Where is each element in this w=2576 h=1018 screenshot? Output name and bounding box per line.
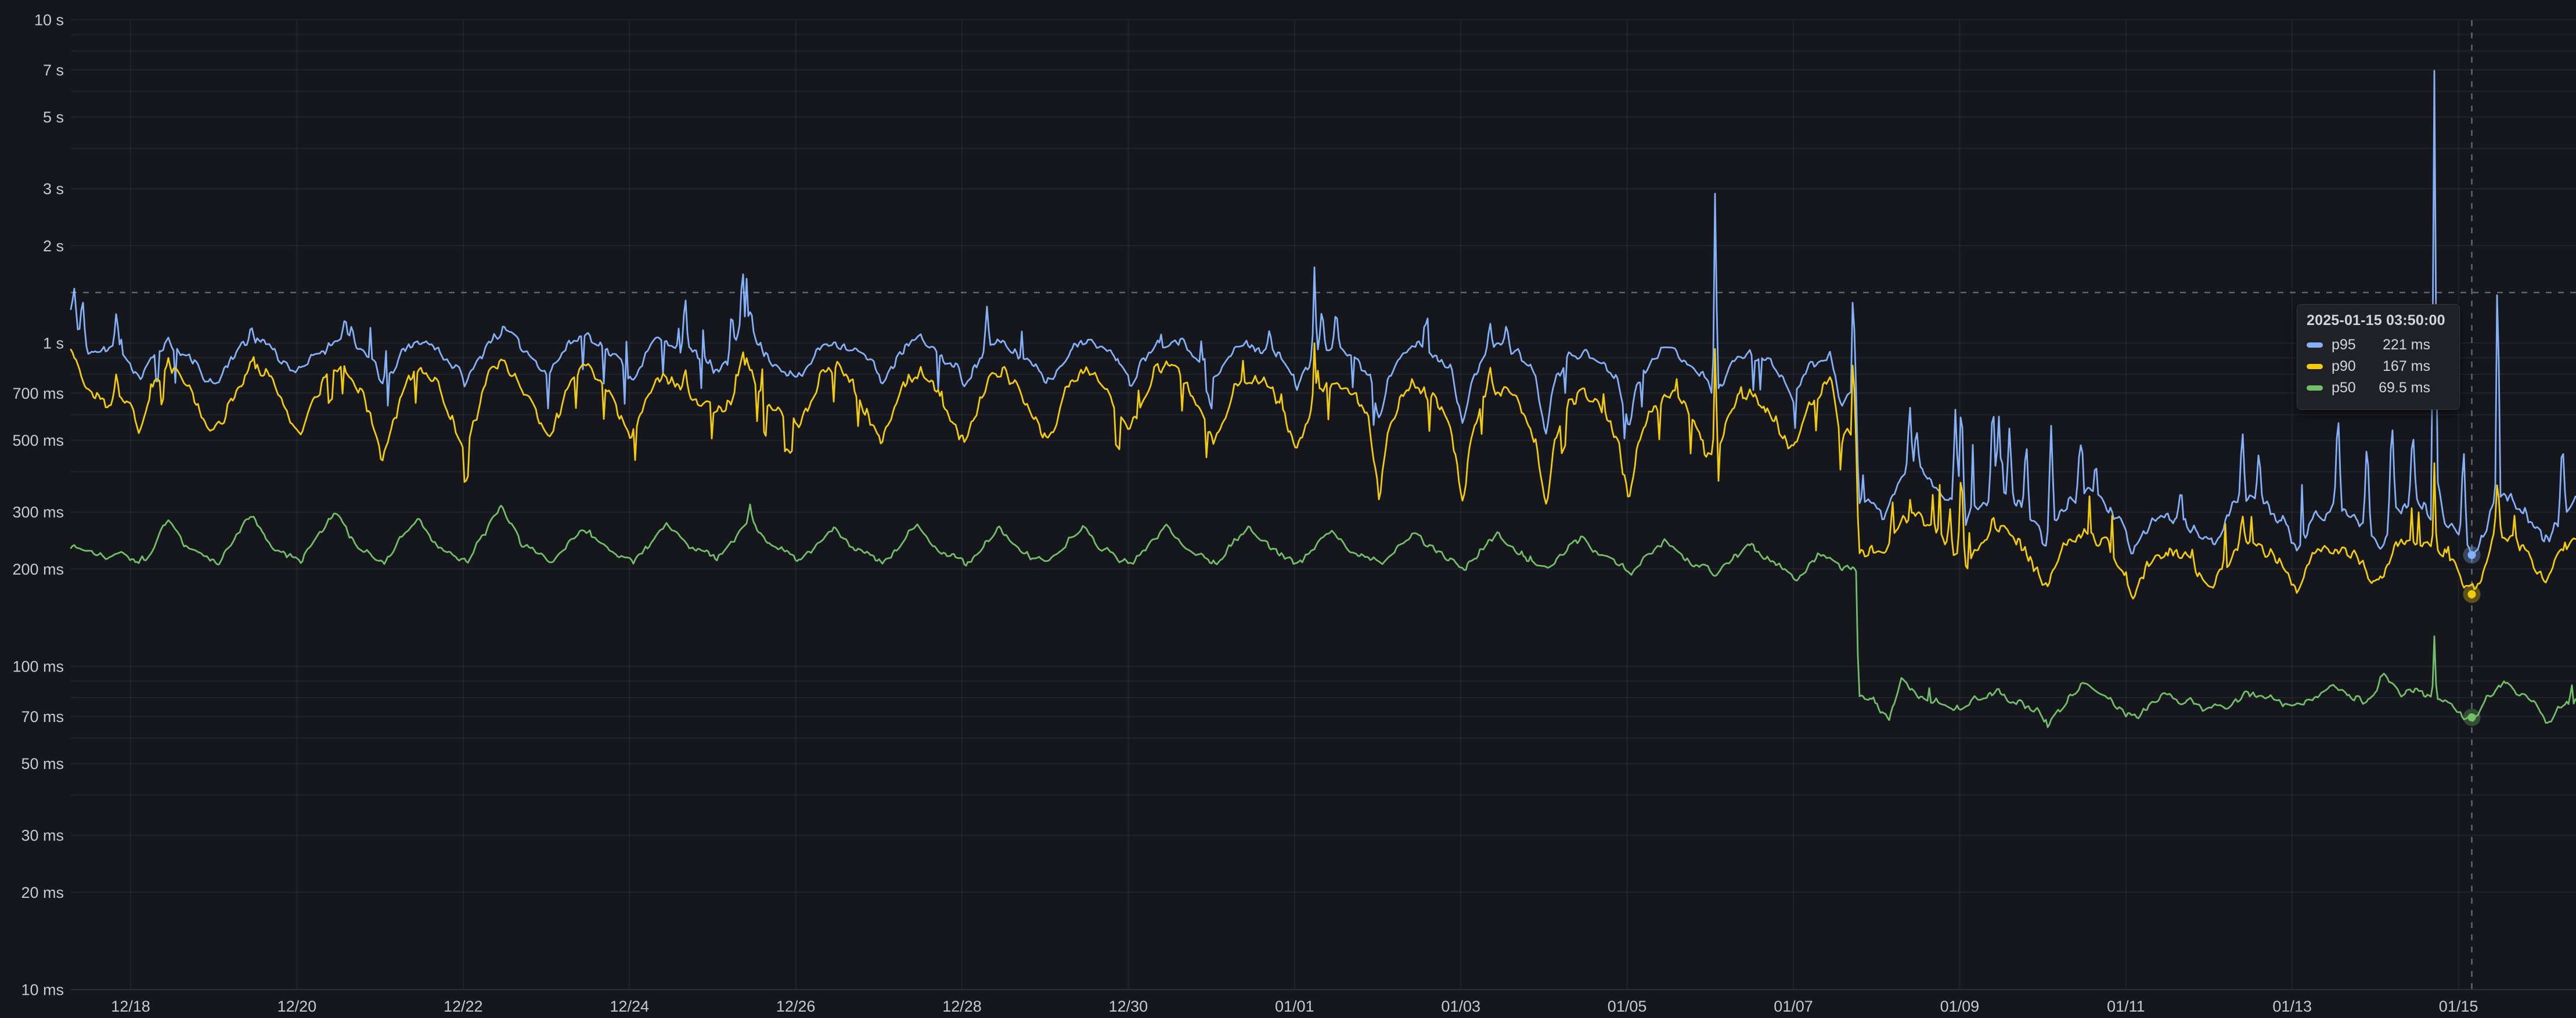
x-axis-tick-label: 12/20 bbox=[278, 998, 317, 1015]
y-axis-tick-label: 700 ms bbox=[12, 385, 64, 402]
y-axis-tick-label: 3 s bbox=[43, 181, 64, 198]
y-axis-tick-label: 5 s bbox=[43, 109, 64, 126]
tooltip-row-p50: p50 69.5 ms bbox=[2307, 377, 2450, 399]
hover-point-p50 bbox=[2468, 713, 2476, 721]
tooltip-row-p95: p95 221 ms bbox=[2307, 334, 2450, 356]
x-axis-tick-label: 12/30 bbox=[1109, 998, 1148, 1015]
hover-point-p95 bbox=[2468, 551, 2476, 559]
x-axis-tick-label: 01/03 bbox=[1441, 998, 1480, 1015]
x-axis-tick-label: 01/09 bbox=[1940, 998, 1980, 1015]
tooltip-row-p90: p90 167 ms bbox=[2307, 356, 2450, 377]
x-axis-tick-label: 12/18 bbox=[111, 998, 150, 1015]
y-axis-tick-label: 200 ms bbox=[12, 561, 64, 578]
series-value: 221 ms bbox=[2383, 337, 2450, 353]
series-marker-p90 bbox=[2307, 364, 2323, 369]
x-axis-tick-label: 12/28 bbox=[942, 998, 982, 1015]
y-axis-tick-label: 10 ms bbox=[21, 981, 64, 999]
y-axis-tick-label: 7 s bbox=[43, 62, 64, 79]
x-axis-tick-label: 01/01 bbox=[1275, 998, 1314, 1015]
y-axis-tick-label: 2 s bbox=[43, 237, 64, 255]
x-axis-tick-label: 01/13 bbox=[2272, 998, 2312, 1015]
series-value: 69.5 ms bbox=[2379, 380, 2450, 396]
series-label: p50 bbox=[2332, 380, 2356, 396]
y-axis-tick-label: 10 s bbox=[34, 12, 64, 29]
x-axis-tick-label: 12/22 bbox=[444, 998, 483, 1015]
y-axis-tick-label: 20 ms bbox=[21, 884, 64, 901]
series-marker-p95 bbox=[2307, 342, 2323, 348]
x-axis-tick-label: 01/07 bbox=[1774, 998, 1813, 1015]
series-label: p95 bbox=[2332, 337, 2356, 353]
tooltip: 2025-01-15 03:50:00 p95 221 ms p90 167 m… bbox=[2297, 304, 2460, 410]
y-axis-tick-label: 1 s bbox=[43, 335, 64, 352]
y-axis-tick-label: 70 ms bbox=[21, 708, 64, 725]
y-axis-tick-label: 30 ms bbox=[21, 827, 64, 844]
x-axis-tick-label: 12/24 bbox=[610, 998, 649, 1015]
latency-panel: 10 s 7 s 5 s 3 s 2 s 1 s 700 ms 500 ms 300 ms 200… bbox=[0, 0, 2576, 1018]
y-axis-tick-label: 50 ms bbox=[21, 755, 64, 772]
tooltip-timestamp: 2025-01-15 03:50:00 bbox=[2307, 312, 2450, 329]
series-marker-p50 bbox=[2307, 385, 2323, 391]
series-label: p90 bbox=[2332, 358, 2356, 375]
hover-point-p90 bbox=[2468, 590, 2476, 598]
x-axis-tick-label: 01/05 bbox=[1608, 998, 1647, 1015]
x-axis-tick-label: 01/11 bbox=[2107, 998, 2145, 1015]
x-axis-tick-label: 01/15 bbox=[2439, 998, 2478, 1015]
y-axis-tick-label: 100 ms bbox=[12, 658, 64, 676]
series-line-p90 bbox=[71, 343, 2575, 598]
x-axis-tick-label: 12/26 bbox=[776, 998, 816, 1015]
series-line-p95 bbox=[71, 71, 2575, 557]
latency-chart[interactable]: 10 s 7 s 5 s 3 s 2 s 1 s 700 ms 500 ms 300 ms 200… bbox=[0, 0, 2576, 1018]
y-axis-tick-label: 300 ms bbox=[12, 504, 64, 521]
series-value: 167 ms bbox=[2383, 358, 2450, 375]
y-axis-tick-label: 500 ms bbox=[12, 432, 64, 449]
